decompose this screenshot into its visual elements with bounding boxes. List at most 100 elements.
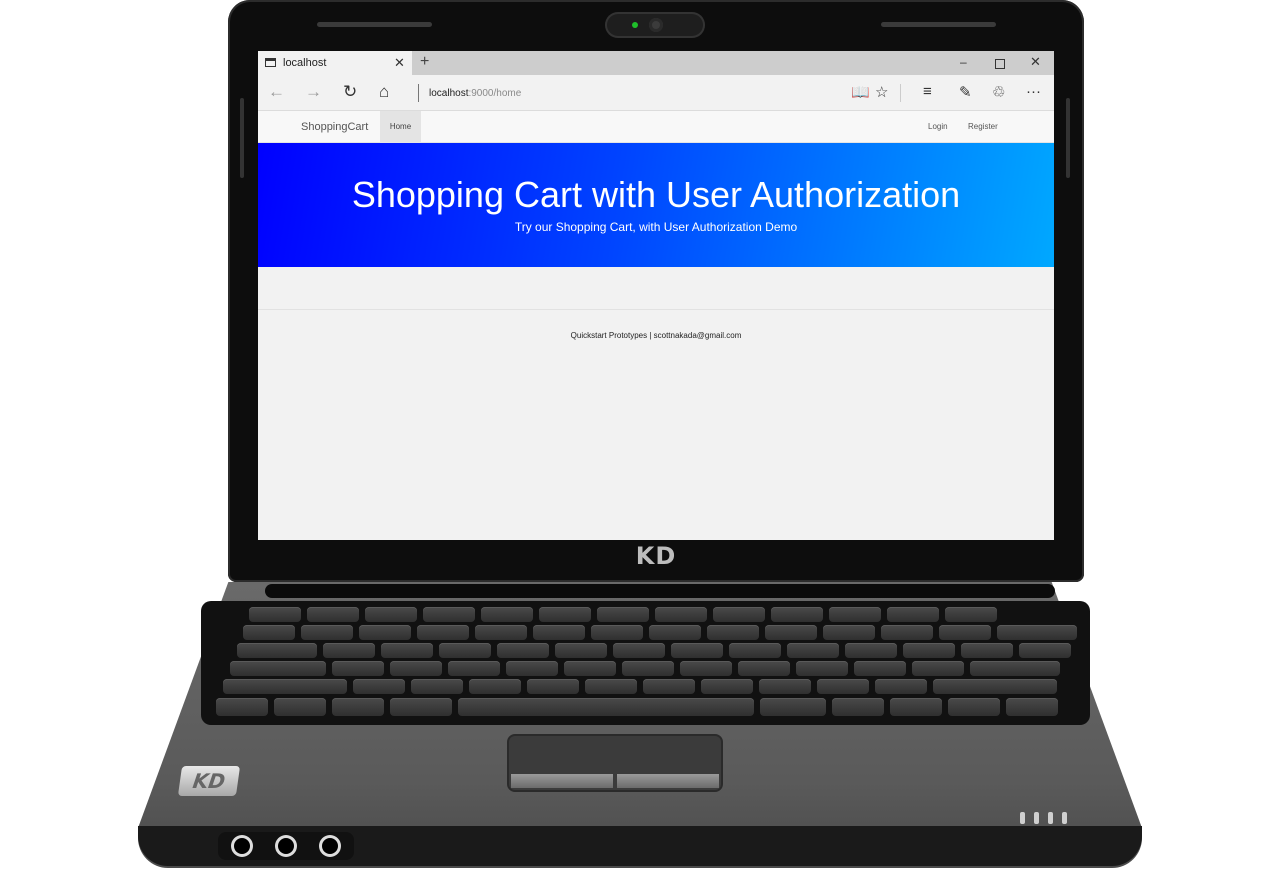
home-icon[interactable]: ⌂	[379, 82, 389, 102]
keyboard-row	[223, 679, 1057, 694]
audio-port	[234, 838, 250, 854]
key	[423, 607, 475, 622]
key	[359, 625, 411, 640]
key	[497, 643, 549, 658]
minimize-icon[interactable]: –	[960, 55, 967, 69]
maximize-icon[interactable]	[995, 59, 1005, 69]
status-led	[1048, 812, 1053, 824]
key	[759, 679, 811, 694]
nav-register-link[interactable]: Register	[968, 122, 998, 131]
key	[832, 698, 884, 716]
key	[353, 679, 405, 694]
key	[649, 625, 701, 640]
audio-port	[322, 838, 338, 854]
hero-title: Shopping Cart with User Authorization	[351, 174, 961, 215]
status-led	[1062, 812, 1067, 824]
keyboard-row	[230, 661, 1060, 676]
touchpad-left-button	[511, 774, 613, 788]
nav-home-link[interactable]: Home	[380, 111, 421, 142]
key	[597, 607, 649, 622]
key	[887, 607, 939, 622]
key	[881, 625, 933, 640]
footer-text: Quickstart Prototypes | scottnakada@gmai…	[570, 331, 742, 340]
tab-close-icon[interactable]: ✕	[394, 55, 405, 71]
toolbar-separator	[900, 84, 901, 102]
key	[1006, 698, 1058, 716]
page-icon	[265, 58, 276, 67]
browser-tab[interactable]: localhost ✕	[258, 51, 412, 75]
key	[448, 661, 500, 676]
key	[555, 643, 607, 658]
footer-divider	[258, 309, 1054, 310]
key	[829, 607, 881, 622]
keyboard-row	[243, 625, 1077, 640]
key	[643, 679, 695, 694]
key	[738, 661, 790, 676]
nav-login-link[interactable]: Login	[928, 122, 948, 131]
key	[230, 661, 326, 676]
status-led	[1020, 812, 1025, 824]
key	[890, 698, 942, 716]
refresh-icon[interactable]: ↻	[343, 82, 357, 102]
key	[481, 607, 533, 622]
key	[939, 625, 991, 640]
key	[243, 625, 295, 640]
more-icon[interactable]: ···	[1026, 83, 1041, 100]
key	[307, 607, 359, 622]
key	[701, 679, 753, 694]
address-bar: ← → ↻ ⌂ localhost:9000/home 📖 ☆ ≡ ✎ ♲ ··…	[258, 75, 1054, 111]
key	[237, 643, 317, 658]
key	[323, 643, 375, 658]
keyboard	[201, 601, 1090, 725]
url-field[interactable]: localhost:9000/home	[429, 88, 521, 99]
hub-icon[interactable]: ≡	[923, 83, 932, 100]
status-led	[1034, 812, 1039, 824]
webcam-lens	[649, 18, 663, 32]
touchpad	[507, 734, 723, 792]
share-icon[interactable]: ♲	[992, 83, 1005, 101]
key	[332, 698, 384, 716]
touchpad-right-button	[617, 774, 719, 788]
key	[622, 661, 674, 676]
close-window-icon[interactable]: ✕	[1030, 54, 1041, 70]
lid-side-vent-left	[240, 98, 244, 178]
key	[411, 679, 463, 694]
key	[469, 679, 521, 694]
lid-vent-right	[881, 22, 996, 27]
key	[1019, 643, 1071, 658]
key	[390, 661, 442, 676]
back-icon[interactable]: ←	[268, 82, 285, 102]
lid-vent-left	[317, 22, 432, 27]
favorite-star-icon[interactable]: ☆	[875, 83, 888, 101]
address-separator	[418, 84, 419, 102]
keyboard-row	[216, 698, 1058, 716]
key	[439, 643, 491, 658]
key	[961, 643, 1013, 658]
hero-subtitle: Try our Shopping Cart, with User Authori…	[514, 220, 798, 234]
key	[274, 698, 326, 716]
key	[527, 679, 579, 694]
audio-port	[278, 838, 294, 854]
key	[332, 661, 384, 676]
key	[249, 607, 301, 622]
brand-link[interactable]: ShoppingCart	[301, 121, 368, 133]
key	[475, 625, 527, 640]
laptop-hinge	[265, 584, 1055, 598]
key	[564, 661, 616, 676]
key	[680, 661, 732, 676]
key	[854, 661, 906, 676]
key	[765, 625, 817, 640]
key	[613, 643, 665, 658]
key	[381, 643, 433, 658]
web-note-icon[interactable]: ✎	[959, 83, 972, 101]
key	[933, 679, 1057, 694]
tab-bar: localhost ✕ + – ✕	[258, 51, 1054, 75]
key	[365, 607, 417, 622]
hero-banner: Shopping Cart with User Authorization Tr…	[258, 143, 1054, 267]
key	[760, 698, 826, 716]
forward-icon[interactable]: →	[305, 82, 322, 102]
key	[823, 625, 875, 640]
new-tab-icon[interactable]: +	[420, 53, 429, 71]
reading-view-icon[interactable]: 📖	[851, 83, 870, 101]
lid-logo: KD	[635, 542, 677, 570]
